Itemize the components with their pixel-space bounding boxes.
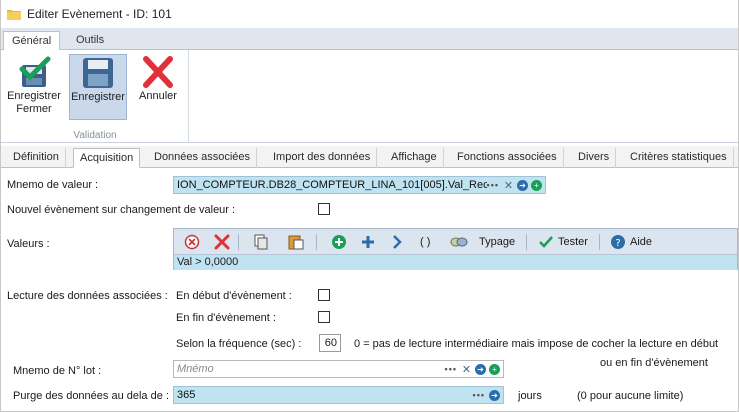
copy-icon[interactable]	[254, 233, 268, 251]
ribbon-group-label: Validation	[73, 130, 117, 141]
clear-icon[interactable]: ✕	[503, 180, 514, 192]
delete-icon[interactable]	[214, 233, 230, 251]
lot-placeholder: Mnémo	[177, 363, 214, 375]
lot-field[interactable]: Mnémo ••• ✕ ➜ +	[173, 360, 504, 378]
values-toolbar: ( ) Typage Tester ? Aide	[174, 229, 737, 255]
add-circle-icon[interactable]: +	[531, 179, 542, 191]
go-arrow-icon[interactable]: ➜	[475, 363, 486, 375]
aide-button[interactable]: Aide	[630, 233, 652, 251]
check-icon[interactable]	[538, 233, 554, 251]
folder-icon	[7, 8, 21, 20]
browse-icon[interactable]: •••	[487, 180, 499, 190]
ribbon-group-validation: Enregistrer Fermer Enregistrer Annuler V…	[1, 50, 189, 143]
values-expression[interactable]: Val > 0,0000	[174, 255, 737, 270]
save-check-icon	[16, 55, 52, 89]
freq-note-2: ou en fin d'évènement	[600, 357, 708, 369]
tab-criteres-statistiques[interactable]: Critères statistiques	[624, 148, 734, 168]
ribbon-tab-outils[interactable]: Outils	[68, 31, 112, 51]
floppy-disk-icon	[80, 56, 116, 90]
save-button[interactable]: Enregistrer	[69, 54, 127, 120]
tab-affichage[interactable]: Affichage	[385, 148, 444, 168]
save-close-button[interactable]: Enregistrer Fermer	[5, 54, 63, 120]
freq-input[interactable]: 60	[319, 334, 341, 352]
values-editor: ( ) Typage Tester ? Aide Val > 0,0000	[173, 228, 738, 270]
page-tab-bar: Définition Acquisition Données associées…	[1, 146, 738, 168]
mnemo-value: ION_COMPTEUR.DB28_COMPTEUR_LINA_101[005]…	[177, 179, 487, 191]
typage-button[interactable]: Typage	[479, 233, 515, 251]
new-event-label: Nouvel évènement sur changement de valeu…	[7, 204, 236, 216]
ribbon-tab-general[interactable]: Général	[3, 31, 61, 51]
toolbar-separator	[599, 234, 600, 250]
freq-note-1: 0 = pas de lecture intermédiaire mais im…	[354, 338, 719, 350]
debut-label: En début d'évènement :	[176, 290, 292, 302]
browse-icon[interactable]: •••	[445, 364, 457, 374]
toolbar-separator	[526, 234, 527, 250]
parentheses-button[interactable]: ( )	[420, 233, 430, 251]
go-arrow-icon[interactable]: ➜	[489, 389, 500, 401]
add-circle-icon[interactable]: +	[489, 363, 500, 375]
help-icon[interactable]: ?	[610, 233, 626, 251]
svg-text:?: ?	[615, 238, 620, 249]
go-arrow-icon[interactable]: ➜	[517, 179, 528, 191]
ribbon-tab-bar: Général Outils	[1, 28, 738, 51]
lecture-label: Lecture des données associées :	[7, 290, 168, 302]
new-event-checkbox[interactable]	[318, 203, 330, 215]
toolbar-separator	[238, 234, 239, 250]
ribbon-body: Enregistrer Fermer Enregistrer Annuler V…	[1, 50, 738, 143]
plus-icon[interactable]	[360, 233, 376, 251]
typage-icon[interactable]	[450, 233, 468, 251]
cancel-button[interactable]: Annuler	[129, 54, 187, 120]
valeurs-label: Valeurs :	[7, 238, 50, 250]
tab-divers[interactable]: Divers	[572, 148, 617, 168]
save-close-label: Enregistrer Fermer	[7, 90, 61, 115]
freq-label: Selon la fréquence (sec) :	[176, 338, 302, 350]
title-bar: Editer Evènement - ID: 101	[1, 0, 738, 28]
paste-icon[interactable]	[288, 233, 304, 251]
fin-checkbox[interactable]	[318, 311, 330, 323]
save-label: Enregistrer	[71, 91, 125, 103]
mnemo-value-field[interactable]: ION_COMPTEUR.DB28_COMPTEUR_LINA_101[005]…	[173, 176, 546, 194]
fin-label: En fin d'évènement :	[176, 312, 276, 324]
event-editor-window: Editer Evènement - ID: 101 Général Outil…	[0, 0, 739, 412]
clear-all-icon[interactable]	[184, 233, 200, 251]
cancel-label: Annuler	[139, 90, 177, 102]
mnemo-label: Mnemo de valeur :	[7, 179, 99, 191]
tab-definition[interactable]: Définition	[7, 148, 66, 168]
tester-button[interactable]: Tester	[558, 233, 588, 251]
chevron-right-icon[interactable]	[391, 233, 403, 251]
add-green-icon[interactable]	[331, 233, 347, 251]
tab-fonctions-associees[interactable]: Fonctions associées	[451, 148, 564, 168]
purge-label: Purge des données au dela de :	[13, 390, 169, 402]
debut-checkbox[interactable]	[318, 289, 330, 301]
clear-icon[interactable]: ✕	[461, 364, 472, 376]
purge-note: (0 pour aucune limite)	[577, 390, 684, 402]
tab-import-donnees[interactable]: Import des données	[267, 148, 378, 168]
tab-acquisition[interactable]: Acquisition	[73, 148, 141, 168]
purge-field[interactable]: 365 ••• ➜	[173, 386, 504, 404]
window-title: Editer Evènement - ID: 101	[27, 7, 172, 21]
purge-value: 365	[177, 389, 196, 401]
purge-unit: jours	[518, 390, 542, 402]
tab-donnees-associees[interactable]: Données associées	[148, 148, 258, 168]
lot-label: Mnemo de N° lot :	[13, 365, 102, 377]
red-x-icon	[140, 55, 176, 89]
browse-icon[interactable]: •••	[473, 390, 485, 400]
toolbar-separator	[316, 234, 317, 250]
